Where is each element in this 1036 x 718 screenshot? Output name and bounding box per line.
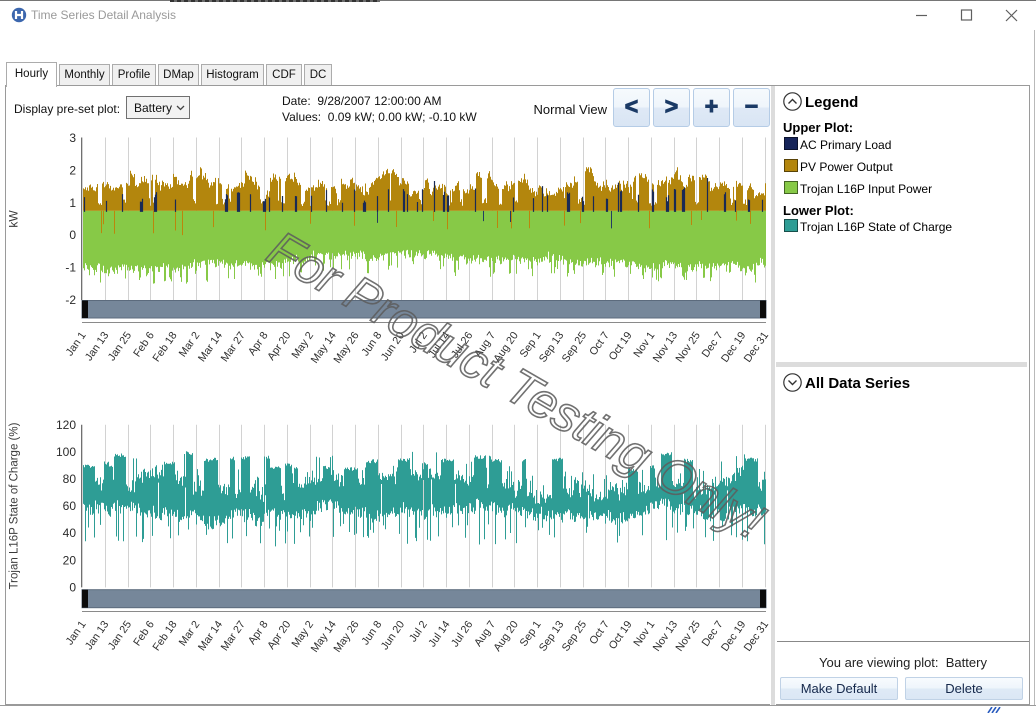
svg-text:60: 60 bbox=[63, 499, 77, 513]
svg-text:80: 80 bbox=[63, 472, 77, 486]
svg-text:Aug 20: Aug 20 bbox=[491, 619, 520, 654]
svg-text:120: 120 bbox=[56, 418, 76, 432]
svg-text:40: 40 bbox=[63, 526, 77, 540]
svg-text:Trojan L16P State of Charge (%: Trojan L16P State of Charge (%) bbox=[9, 422, 21, 589]
svg-text:1: 1 bbox=[69, 196, 76, 210]
svg-text:20: 20 bbox=[63, 553, 77, 567]
svg-text:Mar 27: Mar 27 bbox=[219, 619, 248, 653]
svg-text:Jan 25: Jan 25 bbox=[106, 619, 134, 652]
svg-text:Mar 27: Mar 27 bbox=[219, 330, 248, 364]
svg-text:-1: -1 bbox=[65, 261, 76, 275]
svg-text:0: 0 bbox=[69, 228, 76, 242]
svg-text:Feb 18: Feb 18 bbox=[151, 619, 180, 653]
svg-text:Oct 19: Oct 19 bbox=[607, 619, 635, 652]
svg-text:-2: -2 bbox=[65, 293, 76, 307]
svg-text:100: 100 bbox=[56, 445, 76, 459]
svg-text:Jul 26: Jul 26 bbox=[449, 619, 475, 649]
svg-text:2: 2 bbox=[69, 163, 76, 177]
svg-text:Jul 14: Jul 14 bbox=[426, 619, 452, 649]
svg-text:Nov 25: Nov 25 bbox=[674, 330, 703, 365]
svg-text:3: 3 bbox=[69, 131, 76, 145]
svg-text:Apr 20: Apr 20 bbox=[265, 619, 293, 652]
svg-text:Feb 18: Feb 18 bbox=[151, 330, 180, 364]
svg-text:Apr 20: Apr 20 bbox=[265, 330, 293, 363]
svg-text:Oct 19: Oct 19 bbox=[607, 330, 635, 363]
svg-text:Nov 25: Nov 25 bbox=[674, 619, 703, 654]
svg-text:Jan 25: Jan 25 bbox=[106, 330, 134, 363]
svg-text:Jun 20: Jun 20 bbox=[379, 619, 407, 652]
svg-text:0: 0 bbox=[69, 580, 76, 594]
svg-text:Sep 25: Sep 25 bbox=[560, 330, 589, 365]
svg-text:Sep 25: Sep 25 bbox=[560, 619, 589, 654]
svg-text:kW: kW bbox=[7, 210, 21, 228]
